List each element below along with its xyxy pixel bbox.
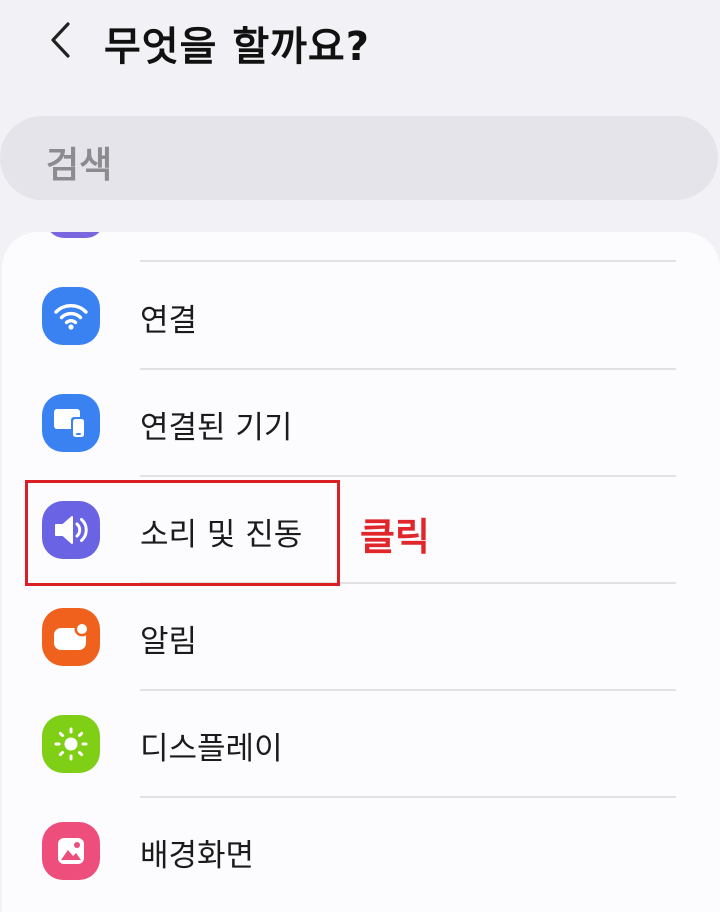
partial-item-icon <box>46 232 104 238</box>
wifi-icon <box>42 287 100 345</box>
settings-item-label: 연결된 기기 <box>140 410 293 446</box>
search-bar[interactable]: 검색 <box>0 116 718 200</box>
settings-item-connected-devices[interactable]: 연결된 기기 <box>2 370 720 477</box>
settings-item-label: 연결 <box>140 303 198 339</box>
search-label: 검색 <box>46 145 113 186</box>
settings-item-wallpaper[interactable]: 배경화면 <box>2 798 720 905</box>
settings-item-label: 디스플레이 <box>140 731 283 767</box>
back-button[interactable] <box>38 18 82 62</box>
click-annotation: 클릭 <box>360 515 430 559</box>
settings-item-label: 알림 <box>140 624 198 660</box>
sun-icon <box>42 715 100 773</box>
picture-icon <box>42 822 100 880</box>
page-title: 무엇을 할까요? <box>104 24 370 70</box>
settings-item-display[interactable]: 디스플레이 <box>2 691 720 798</box>
chevron-left-icon <box>51 22 70 58</box>
app-header: 무엇을 할까요? <box>0 0 720 90</box>
notification-icon <box>42 608 100 666</box>
connected-devices-icon <box>42 394 100 452</box>
divider <box>140 260 676 262</box>
settings-item-notifications[interactable]: 알림 <box>2 584 720 691</box>
settings-item-label: 배경화면 <box>140 838 255 874</box>
settings-item-connections[interactable]: 연결 <box>2 263 720 370</box>
highlight-box <box>25 480 340 586</box>
